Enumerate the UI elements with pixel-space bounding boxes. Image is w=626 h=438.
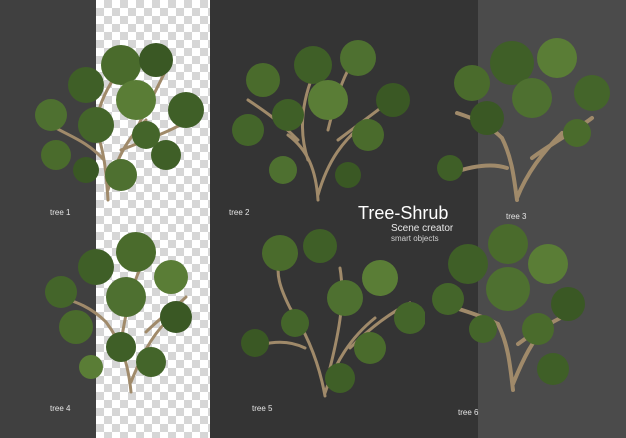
tree-6-image bbox=[432, 224, 585, 392]
tree-3-image bbox=[437, 38, 610, 202]
tree-4-label: tree 4 bbox=[50, 404, 71, 413]
tree-5-label: tree 5 bbox=[252, 404, 273, 413]
tree-2-label: tree 2 bbox=[229, 208, 250, 217]
headline-title: Tree-Shrub bbox=[358, 203, 449, 223]
tree-1-image bbox=[35, 43, 204, 202]
tree-6-label: tree 6 bbox=[458, 408, 479, 417]
tree-3-label: tree 3 bbox=[506, 212, 527, 221]
tree-4-image bbox=[45, 232, 192, 394]
tree-5-image bbox=[241, 229, 425, 398]
tree-1-label: tree 1 bbox=[50, 208, 71, 217]
tree-2-image bbox=[232, 40, 410, 202]
